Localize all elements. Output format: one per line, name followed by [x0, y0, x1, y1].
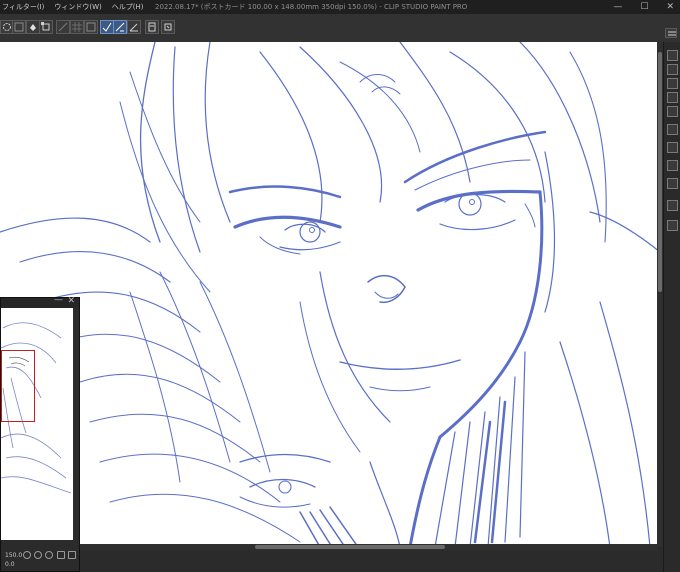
- mask-icon[interactable]: [667, 160, 678, 171]
- delete-layer-icon[interactable]: [667, 78, 678, 89]
- menu-window[interactable]: ウィンドウ(W): [54, 0, 101, 14]
- title-bar: フィルター(I) ウィンドウ(W) ヘルプ(H) 2022.08.17* (ポス…: [0, 0, 680, 14]
- navigator-zoom-value[interactable]: 150.0: [5, 552, 22, 559]
- grid-icon[interactable]: [70, 20, 84, 34]
- navigator-panel-icon[interactable]: [667, 220, 678, 231]
- selection-icon[interactable]: [12, 20, 26, 34]
- zoom-out-icon[interactable]: [23, 551, 31, 559]
- transform-icon[interactable]: [39, 20, 53, 34]
- pencil-icon[interactable]: [113, 20, 127, 34]
- navigator-panel: — ✕ 150.0 0.0: [0, 295, 80, 572]
- rotate-icon[interactable]: [57, 551, 65, 559]
- frame-icon[interactable]: [84, 20, 98, 34]
- line-art-drawing: [0, 42, 661, 547]
- navigator-close-button[interactable]: ✕: [67, 296, 75, 306]
- fit-view-icon[interactable]: [45, 551, 53, 559]
- merge-layer-icon[interactable]: [667, 178, 678, 189]
- vertical-scroll-thumb[interactable]: [658, 52, 662, 292]
- navigator-minimize-button[interactable]: —: [54, 295, 63, 305]
- tool-property-icon[interactable]: [667, 64, 678, 75]
- menu-bar: フィルター(I) ウィンドウ(W) ヘルプ(H): [0, 0, 144, 14]
- clip-layer-icon[interactable]: [667, 92, 678, 103]
- pen-icon[interactable]: [100, 20, 114, 34]
- history-icon[interactable]: [161, 20, 175, 34]
- close-button[interactable]: ✕: [666, 0, 674, 14]
- fill-icon[interactable]: [26, 20, 40, 34]
- horizontal-scrollbar[interactable]: [80, 544, 657, 550]
- layer-icon[interactable]: [145, 20, 159, 34]
- panel-menu-icon[interactable]: [665, 28, 677, 38]
- navigator-view-frame[interactable]: [1, 350, 35, 422]
- navigator-rotation-value[interactable]: 0.0: [5, 561, 15, 568]
- window-controls: — ☐ ✕: [613, 0, 674, 14]
- menu-filter[interactable]: フィルター(I): [2, 0, 44, 14]
- navigator-footer: 150.0 0.0: [1, 548, 79, 570]
- layer-property-icon[interactable]: [667, 50, 678, 61]
- navigator-preview[interactable]: [1, 308, 73, 540]
- window-title: 2022.08.17* (ポストカード 100.00 x 148.00mm 35…: [155, 3, 468, 11]
- minimize-button[interactable]: —: [613, 0, 622, 14]
- navigator-thumbnail: [1, 322, 72, 494]
- reference-layer-icon[interactable]: [667, 106, 678, 117]
- new-folder-icon[interactable]: [667, 142, 678, 153]
- maximize-button[interactable]: ☐: [640, 0, 648, 14]
- history-panel-icon[interactable]: [667, 200, 678, 211]
- zoom-in-icon[interactable]: [34, 551, 42, 559]
- menu-help[interactable]: ヘルプ(H): [112, 0, 144, 14]
- flip-icon[interactable]: [68, 551, 76, 559]
- drawing-canvas[interactable]: [0, 42, 663, 547]
- navigator-header: — ✕: [1, 295, 79, 308]
- ruler-icon[interactable]: [56, 20, 70, 34]
- new-layer-icon[interactable]: [667, 124, 678, 135]
- command-bar: [0, 14, 680, 43]
- brush-icon[interactable]: [127, 20, 141, 34]
- right-panel-dock: [663, 42, 680, 572]
- horizontal-scroll-thumb[interactable]: [255, 545, 445, 549]
